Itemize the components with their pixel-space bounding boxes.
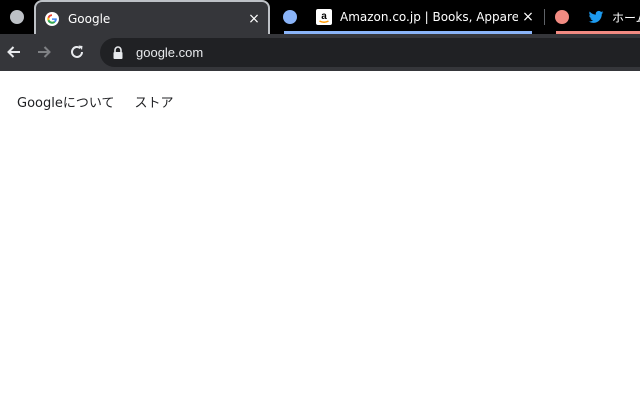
- tab-group-indicator-gray[interactable]: [10, 10, 24, 24]
- about-google-link[interactable]: Googleについて: [17, 92, 114, 111]
- tab-amazon[interactable]: a Amazon.co.jp | Books, Apparel, El ×: [310, 0, 542, 34]
- close-tab-icon[interactable]: ×: [518, 9, 538, 25]
- arrow-right-icon: [38, 46, 51, 58]
- tab-title: Google: [68, 12, 111, 26]
- forward-button[interactable]: [32, 40, 56, 64]
- lock-icon[interactable]: [112, 45, 124, 60]
- reload-button[interactable]: [65, 40, 89, 64]
- url-text[interactable]: google.com: [136, 45, 203, 60]
- top-nav: Googleについて ストア: [17, 92, 193, 111]
- tab-divider: [544, 9, 545, 25]
- back-button[interactable]: [2, 40, 26, 64]
- tab-strip: Google × a Amazon.co.jp | Books, Apparel…: [0, 0, 640, 34]
- svg-text:a: a: [321, 11, 327, 22]
- page-content: Googleについて ストア: [0, 71, 640, 400]
- twitter-favicon-icon: [588, 9, 604, 25]
- google-favicon-icon: [44, 11, 60, 27]
- tab-twitter[interactable]: ホーム: [586, 0, 640, 34]
- tab-group-indicator-blue[interactable]: [283, 10, 297, 24]
- tab-group-indicator-red[interactable]: [555, 10, 569, 24]
- amazon-favicon-icon: a: [316, 9, 332, 25]
- arrow-left-icon: [7, 46, 20, 58]
- reload-icon: [71, 45, 83, 58]
- address-bar[interactable]: google.com: [100, 38, 640, 67]
- browser-toolbar: google.com: [0, 34, 640, 71]
- store-link[interactable]: ストア: [134, 92, 173, 111]
- tab-title: ホーム: [612, 10, 640, 25]
- tab-title: Amazon.co.jp | Books, Apparel, El: [340, 10, 518, 24]
- tab-google[interactable]: Google ×: [34, 0, 270, 34]
- close-tab-icon[interactable]: ×: [244, 11, 264, 27]
